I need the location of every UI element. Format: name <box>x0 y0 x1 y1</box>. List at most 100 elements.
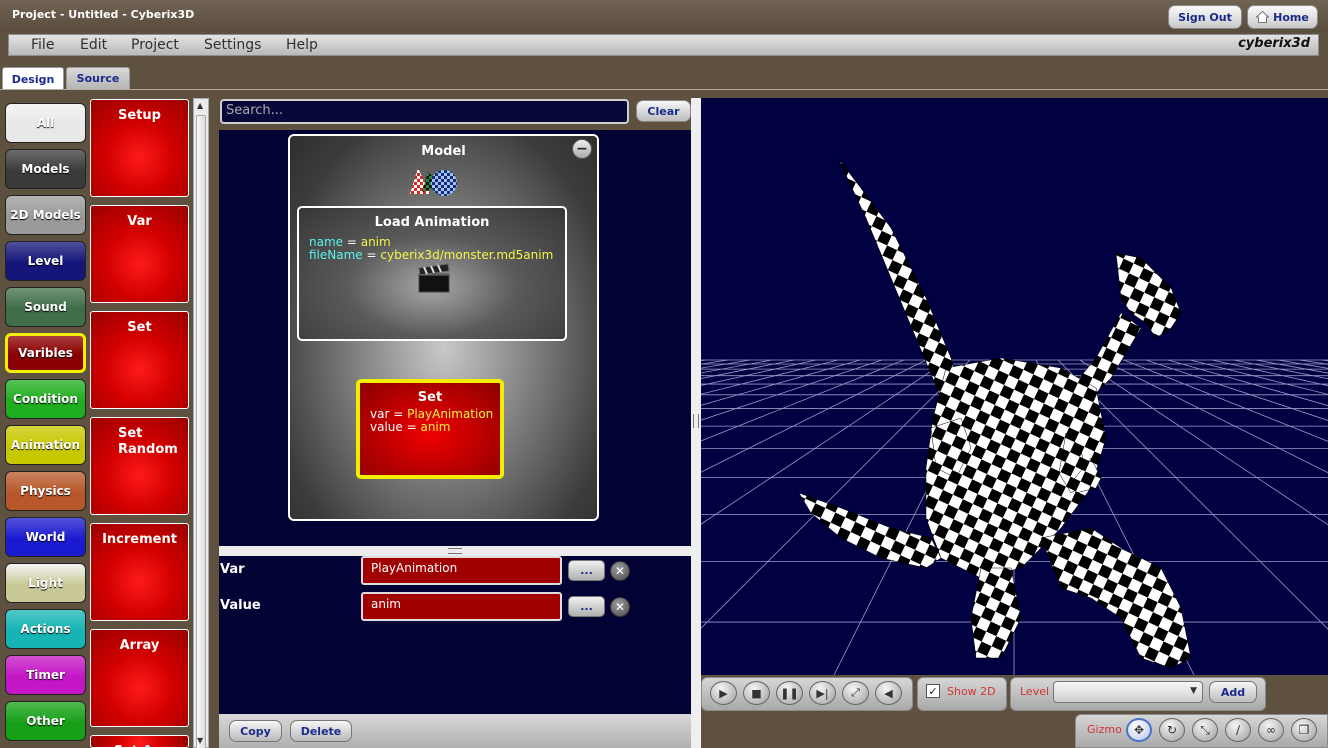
gizmo-label: Gizmo <box>1087 723 1122 736</box>
category-condition[interactable]: Condition <box>5 379 86 419</box>
delete-button[interactable]: Delete <box>290 720 352 742</box>
link-gizmo-icon[interactable]: ∞ <box>1258 718 1284 742</box>
value-field[interactable]: anim <box>361 592 562 621</box>
param-value: value = anim <box>370 420 451 434</box>
var-browse-button[interactable]: ... <box>568 560 605 581</box>
tab-design[interactable]: Design <box>2 67 64 90</box>
category-other[interactable]: Other <box>5 701 86 741</box>
category-physics[interactable]: Physics <box>5 471 86 511</box>
param-key: name <box>309 235 344 249</box>
title-bar: Project - Untitled - Cyberix3D Sign Out … <box>0 0 1328 32</box>
clear-search-button[interactable]: Clear <box>636 100 691 122</box>
category-actions[interactable]: Actions <box>5 609 86 649</box>
model-icon <box>410 168 457 196</box>
param-filename: fileName = cyberix3d/monster.md5anim <box>309 248 554 262</box>
load-animation-block[interactable]: Load Animation name = anim fileName = cy… <box>297 206 567 341</box>
tool-setup[interactable]: Setup <box>90 99 189 197</box>
menu-edit[interactable]: Edit <box>80 37 107 53</box>
tool-set-random[interactable]: Set Random <box>90 417 189 515</box>
set-block[interactable]: Set var = PlayAnimation value = anim <box>356 379 504 479</box>
menu-settings[interactable]: Settings <box>204 37 261 53</box>
value-clear-icon[interactable]: ✕ <box>610 597 630 617</box>
sign-out-button[interactable]: Sign Out <box>1168 5 1242 29</box>
prop-label-value: Value <box>220 598 261 613</box>
category-timer[interactable]: Timer <box>5 655 86 695</box>
play-icon[interactable]: ▶ <box>710 681 737 705</box>
move-gizmo-icon[interactable]: ✥ <box>1126 718 1152 742</box>
clone-gizmo-icon[interactable]: ❐ <box>1291 718 1317 742</box>
sound-icon[interactable]: ◀ <box>875 681 902 705</box>
scroll-down-icon[interactable]: ▼ <box>197 736 203 745</box>
param-var: var = PlayAnimation <box>370 407 494 421</box>
tool-var[interactable]: Var <box>90 205 189 303</box>
clapperboard-icon <box>418 263 450 293</box>
rotate-gizmo-icon[interactable]: ↻ <box>1159 718 1185 742</box>
var-clear-icon[interactable]: ✕ <box>610 561 630 581</box>
splitter-grip-icon <box>693 414 699 428</box>
3d-viewport[interactable] <box>701 98 1328 675</box>
fullscreen-icon[interactable]: ⤢ <box>842 681 869 705</box>
stop-icon[interactable]: ■ <box>743 681 770 705</box>
copy-button[interactable]: Copy <box>229 720 282 742</box>
menu-bar: File Edit Project Settings Help cyberix3… <box>8 34 1319 56</box>
param-value: cyberix3d/monster.md5anim <box>380 248 554 262</box>
category-sound[interactable]: Sound <box>5 287 86 327</box>
param-key: value <box>370 420 403 434</box>
menu-help[interactable]: Help <box>286 37 318 53</box>
tab-source[interactable]: Source <box>66 67 130 89</box>
value-browse-button[interactable]: ... <box>568 596 605 617</box>
category-level[interactable]: Level <box>5 241 86 281</box>
show2d-checkbox[interactable]: ✓ <box>926 684 940 698</box>
tool-increment[interactable]: Increment <box>90 523 189 621</box>
pick-gizmo-icon[interactable]: ∕ <box>1225 718 1251 742</box>
param-value: PlayAnimation <box>407 407 494 421</box>
prop-label-var: Var <box>220 562 245 577</box>
collapse-icon[interactable]: − <box>572 139 592 159</box>
scale-gizmo-icon[interactable]: ⤡ <box>1192 718 1218 742</box>
window-title: Project - Untitled - Cyberix3D <box>12 8 195 21</box>
step-forward-icon[interactable]: ▶| <box>809 681 836 705</box>
param-value: anim <box>420 420 451 434</box>
home-label: Home <box>1273 10 1309 24</box>
pause-icon[interactable]: ❚❚ <box>776 681 803 705</box>
category-varibles[interactable]: Varibles <box>5 333 86 373</box>
scroll-up-icon[interactable]: ▲ <box>197 101 203 110</box>
tool-set-arr[interactable]: Set Arr <box>90 735 189 748</box>
category-animation[interactable]: Animation <box>5 425 86 465</box>
model-block-title: Model <box>421 144 466 159</box>
app-root: Project - Untitled - Cyberix3D Sign Out … <box>0 0 1328 748</box>
brand-logo: cyberix3d <box>1238 36 1310 51</box>
tool-set[interactable]: Set <box>90 311 189 409</box>
category-2d-models[interactable]: 2D Models <box>5 195 86 235</box>
panel-splitter[interactable] <box>219 546 691 556</box>
home-button[interactable]: Home <box>1247 5 1318 29</box>
sign-out-label: Sign Out <box>1178 10 1232 24</box>
param-name: name = anim <box>309 235 391 249</box>
level-select[interactable]: ▼ <box>1053 681 1203 703</box>
param-value: anim <box>360 235 391 249</box>
category-light[interactable]: Light <box>5 563 86 603</box>
tab-divider <box>0 89 1328 90</box>
chevron-down-icon: ▼ <box>1190 686 1197 696</box>
monster-model <box>798 157 1192 669</box>
add-level-button[interactable]: Add <box>1209 681 1257 703</box>
vertical-splitter[interactable] <box>691 98 701 748</box>
level-label: Level <box>1020 685 1050 698</box>
home-icon <box>1256 11 1270 23</box>
tool-palette-scrollbar[interactable]: ▲ ▼ <box>193 98 209 748</box>
load-animation-title: Load Animation <box>374 215 490 230</box>
menu-project[interactable]: Project <box>131 37 179 53</box>
menu-file[interactable]: File <box>31 37 54 53</box>
scroll-thumb[interactable] <box>196 115 206 748</box>
category-models[interactable]: Models <box>5 149 86 189</box>
var-field[interactable]: PlayAnimation <box>361 556 562 585</box>
search-input[interactable]: Search... <box>220 99 629 124</box>
tool-array[interactable]: Array <box>90 629 189 727</box>
param-key: var <box>370 407 390 421</box>
category-world[interactable]: World <box>5 517 86 557</box>
splitter-grip-icon <box>448 548 462 554</box>
category-all[interactable]: All <box>5 103 86 143</box>
show2d-label: Show 2D <box>947 685 996 698</box>
param-key: fileName <box>309 248 363 262</box>
set-block-title: Set <box>417 390 443 405</box>
